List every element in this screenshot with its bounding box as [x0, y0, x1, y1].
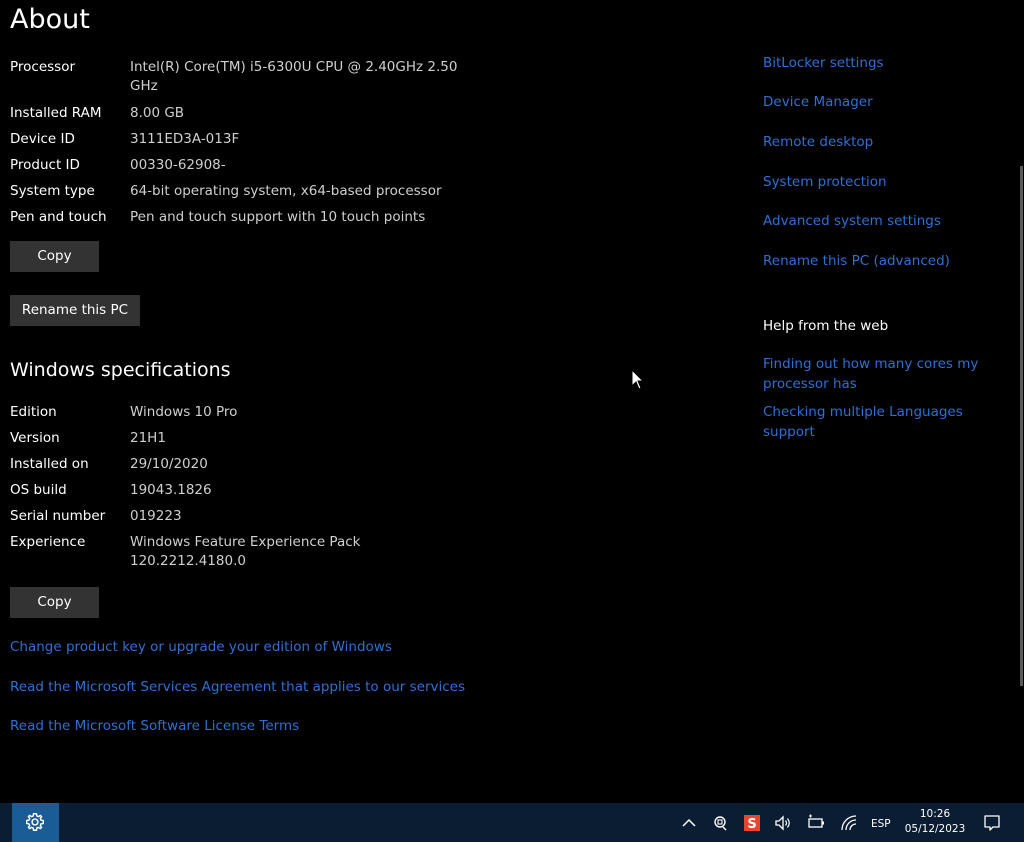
volume-icon[interactable] — [773, 813, 793, 833]
copy-device-specs-button[interactable]: Copy — [10, 241, 99, 272]
advanced-system-settings-link[interactable]: Advanced system settings — [763, 211, 941, 231]
spec-label: OS build — [10, 482, 67, 498]
clock[interactable]: 10:26 05/12/2023 — [900, 807, 970, 837]
spec-label: Experience — [10, 534, 86, 550]
rename-pc-advanced-link[interactable]: Rename this PC (advanced) — [763, 251, 950, 271]
spec-row-experience: Experience Windows Feature Experience Pa… — [10, 533, 470, 579]
mouse-cursor-icon — [631, 369, 645, 390]
spec-value: 64-bit operating system, x64-based proce… — [130, 183, 442, 199]
settings-taskbar-button[interactable] — [12, 803, 59, 842]
spec-value: 19043.1826 — [130, 482, 212, 498]
services-agreement-link[interactable]: Read the Microsoft Services Agreement th… — [10, 677, 465, 697]
device-manager-link[interactable]: Device Manager — [763, 92, 873, 112]
chevron-up-icon[interactable] — [679, 813, 699, 833]
spec-row-ram: Installed RAM 8.00 GB — [10, 104, 470, 130]
spec-label: Processor — [10, 59, 76, 75]
spec-row-system-type: System type 64-bit operating system, x64… — [10, 182, 470, 208]
spec-value: 29/10/2020 — [130, 456, 208, 472]
svg-text:S: S — [747, 817, 756, 832]
copy-windows-specs-button[interactable]: Copy — [10, 587, 99, 618]
help-link-languages[interactable]: Checking multiple Languages support — [763, 402, 988, 442]
battery-icon[interactable] — [806, 813, 826, 833]
wifi-icon[interactable] — [839, 813, 859, 833]
spec-value: Windows Feature Experience Pack 120.2212… — [130, 534, 361, 569]
help-heading: Help from the web — [763, 318, 889, 334]
spec-label: Serial number — [10, 508, 106, 524]
license-terms-link[interactable]: Read the Microsoft Software License Term… — [10, 716, 299, 736]
system-protection-link[interactable]: System protection — [763, 172, 887, 192]
language-indicator[interactable]: ESP — [871, 818, 891, 830]
spec-label: Edition — [10, 404, 57, 420]
spec-value: Pen and touch support with 10 touch poin… — [130, 209, 426, 225]
help-link-cores[interactable]: Finding out how many cores my processor … — [763, 354, 988, 394]
notification-icon[interactable] — [982, 813, 1002, 833]
scrollbar[interactable] — [1020, 166, 1023, 686]
spec-label: Version — [10, 430, 60, 446]
windows-specs-heading: Windows specifications — [10, 359, 231, 381]
spec-row-version: Version 21H1 — [10, 429, 470, 455]
meet-now-icon[interactable] — [711, 813, 731, 833]
spec-value: 8.00 GB — [130, 105, 185, 121]
spec-value: 21H1 — [130, 430, 166, 446]
spec-row-processor: Processor Intel(R) Core(TM) i5-6300U CPU… — [10, 58, 470, 104]
spec-label: Pen and touch — [10, 209, 107, 225]
spec-label: Installed on — [10, 456, 89, 472]
spec-row-serial-number: Serial number 019223 — [10, 507, 470, 533]
spec-row-device-id: Device ID 3111ED3A-013F — [10, 130, 470, 156]
clock-date: 05/12/2023 — [904, 823, 966, 835]
spec-row-edition: Edition Windows 10 Pro — [10, 403, 470, 429]
change-product-key-link[interactable]: Change product key or upgrade your editi… — [10, 637, 392, 657]
spec-label: Device ID — [10, 131, 75, 147]
device-specs-table: Processor Intel(R) Core(TM) i5-6300U CPU… — [10, 58, 470, 234]
taskbar: S ESP 10:26 05/12/2023 — [0, 803, 1024, 842]
spec-value: 00330-62908- — [130, 157, 226, 173]
clock-time: 10:26 — [919, 808, 951, 820]
spec-row-installed-on: Installed on 29/10/2020 — [10, 455, 470, 481]
spec-row-product-id: Product ID 00330-62908- — [10, 156, 470, 182]
rename-pc-button[interactable]: Rename this PC — [10, 295, 140, 326]
remote-desktop-link[interactable]: Remote desktop — [763, 132, 873, 152]
spec-value: 3111ED3A-013F — [130, 131, 240, 147]
windows-specs-table: Edition Windows 10 Pro Version 21H1 Inst… — [10, 403, 470, 579]
spec-label: Product ID — [10, 157, 80, 173]
spec-value: 019223 — [130, 508, 182, 524]
spec-label: System type — [10, 183, 95, 199]
page-title: About — [10, 4, 90, 35]
app-s-icon[interactable]: S — [742, 813, 762, 833]
spec-row-os-build: OS build 19043.1826 — [10, 481, 470, 507]
spec-value: Intel(R) Core(TM) i5-6300U CPU @ 2.40GHz… — [130, 59, 458, 94]
gear-icon — [26, 813, 44, 831]
spec-row-pen-touch: Pen and touch Pen and touch support with… — [10, 208, 470, 234]
bitlocker-settings-link[interactable]: BitLocker settings — [763, 53, 884, 73]
spec-label: Installed RAM — [10, 105, 102, 121]
spec-value: Windows 10 Pro — [130, 404, 238, 420]
